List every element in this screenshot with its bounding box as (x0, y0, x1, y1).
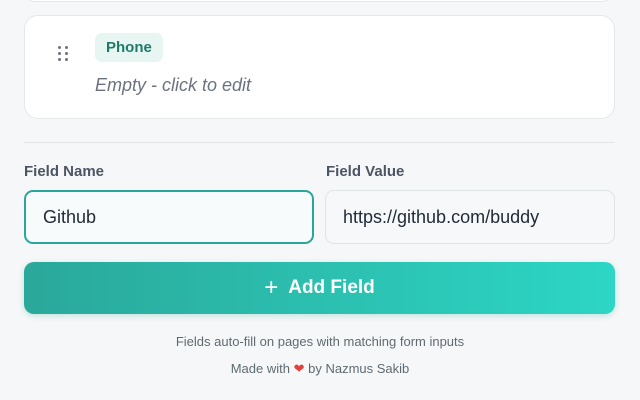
heart-icon: ❤ (293, 361, 305, 376)
add-field-label: Add Field (288, 277, 375, 298)
field-card-phone[interactable]: Phone Empty - click to edit (24, 15, 615, 119)
field-value-placeholder[interactable]: Empty - click to edit (95, 75, 251, 96)
footer-credit: Made with ❤ by Nazmus Sakib (0, 361, 640, 377)
divider (24, 142, 615, 143)
credit-suffix: by Nazmus Sakib (308, 361, 410, 376)
field-name-badge: Phone (95, 33, 163, 62)
field-card-previous[interactable] (24, 0, 613, 2)
field-value-label: Field Value (326, 163, 405, 180)
credit-prefix: Made with (230, 361, 290, 376)
footer-hint: Fields auto-fill on pages with matching … (175, 334, 465, 349)
plus-icon: + (264, 274, 279, 301)
field-name-label: Field Name (24, 163, 105, 180)
add-field-button[interactable]: + Add Field (24, 262, 615, 314)
drag-handle-icon[interactable] (58, 46, 70, 62)
field-name-input[interactable]: Github (24, 190, 314, 244)
field-value-input[interactable]: https://github.com/buddy (325, 190, 615, 244)
